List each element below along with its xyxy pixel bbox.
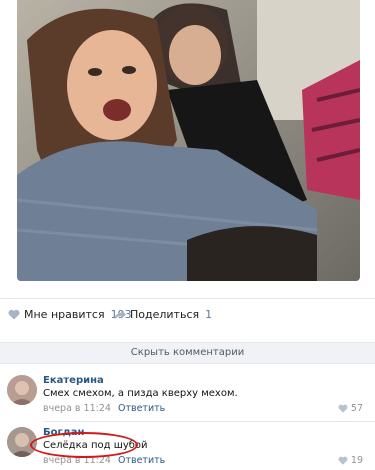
comment-time[interactable]: вчера в 11:24 — [43, 403, 111, 414]
heart-icon — [8, 309, 20, 320]
comment-author[interactable]: Екатерина — [43, 375, 104, 386]
comment-meta: вчера в 11:24 Ответить — [43, 403, 165, 414]
comment-text: Смех смехом, а пизда кверху мехом. — [43, 388, 238, 399]
share-button[interactable]: Поделиться 1 — [114, 308, 212, 321]
comment-item: Екатерина Смех смехом, а пизда кверху ме… — [0, 370, 375, 422]
hide-comments-button[interactable]: Скрыть комментарии — [0, 342, 375, 364]
share-count: 1 — [205, 308, 213, 321]
like-label: Мне нравится — [24, 308, 105, 321]
reply-button[interactable]: Ответить — [118, 403, 165, 414]
comment-like-count: 57 — [350, 403, 363, 414]
heart-icon — [338, 456, 348, 465]
comment-like-count: 19 — [350, 455, 363, 466]
post-photo[interactable] — [17, 0, 360, 281]
share-label: Поделиться — [130, 308, 200, 321]
share-icon — [114, 309, 126, 319]
heart-icon — [338, 404, 348, 413]
comment-like-button[interactable]: 19 — [338, 455, 363, 466]
avatar-image — [7, 375, 37, 405]
post-actions: Мне нравится 193 Поделиться 1 — [0, 298, 375, 328]
comment-like-button[interactable]: 57 — [338, 403, 363, 414]
photo-image — [17, 0, 360, 281]
avatar[interactable] — [7, 375, 37, 405]
highlight-ellipse — [30, 432, 138, 458]
reply-button[interactable]: Ответить — [118, 455, 165, 466]
